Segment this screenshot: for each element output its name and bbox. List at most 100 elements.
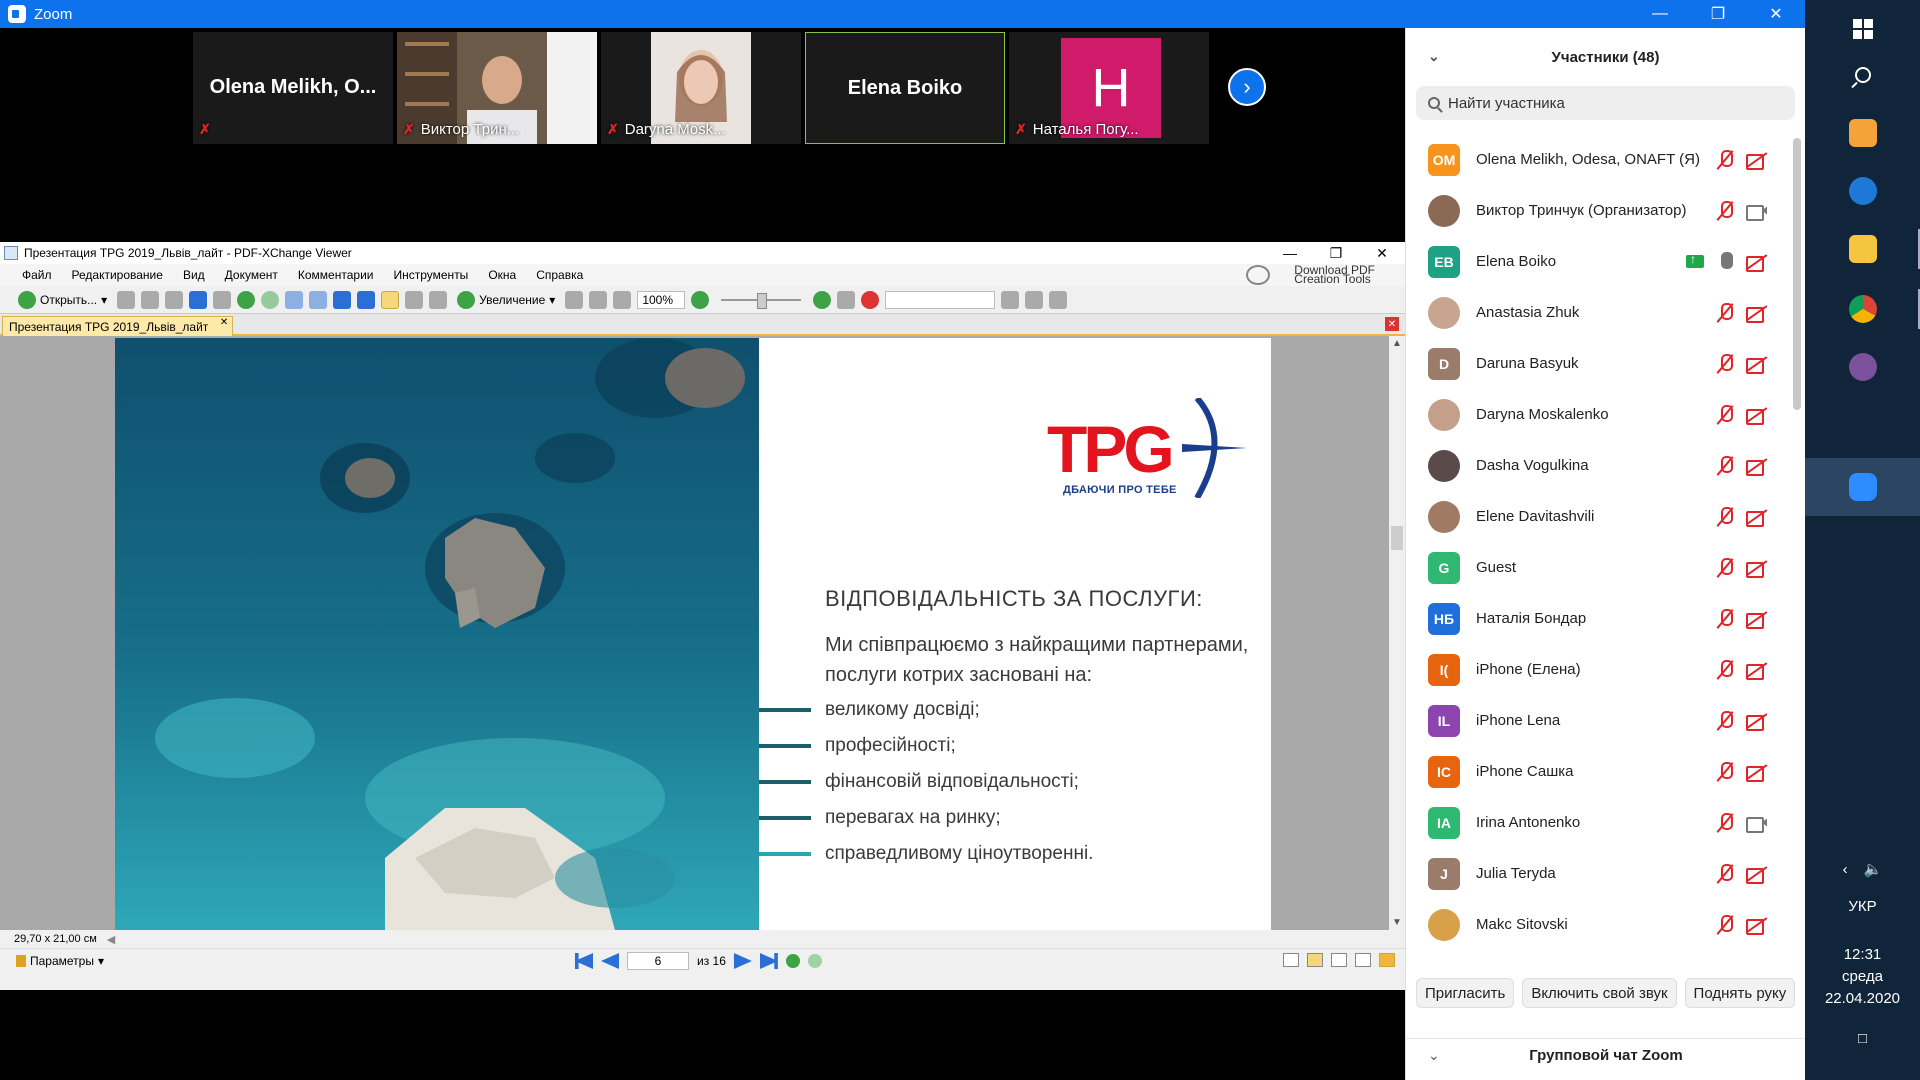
horizontal-scrollbar[interactable]: 29,70 x 21,00 см ◀ [0, 930, 1405, 948]
video-tile[interactable]: H ✗ Наталья Погу... [1009, 32, 1209, 144]
chat-header[interactable]: ⌄ Групповой чат Zoom [1406, 1038, 1806, 1072]
forward-icon[interactable] [261, 290, 280, 309]
actual-size-icon[interactable] [565, 290, 584, 309]
zoom-level-input[interactable]: 100% [637, 290, 686, 309]
search-button[interactable] [1805, 46, 1920, 104]
invite-button[interactable]: Пригласить [1416, 978, 1515, 1008]
scroll-left-icon[interactable]: ◀ [107, 933, 115, 946]
download-pdf-tools-button[interactable]: Download PDF Creation Tools [1246, 264, 1395, 286]
fit-width-icon[interactable] [613, 290, 632, 309]
redo-icon[interactable] [309, 290, 328, 309]
open-button[interactable]: Открыть... ▾ [14, 290, 111, 309]
undo-icon[interactable] [285, 290, 304, 309]
close-document-icon[interactable]: ✕ [1385, 317, 1399, 331]
next-page-arrow-icon[interactable]: › [1228, 68, 1266, 106]
participant-row[interactable]: G Guest [1406, 542, 1792, 593]
minimize-button[interactable]: — [1631, 0, 1689, 28]
ocr-icon[interactable] [213, 290, 232, 309]
menu-view[interactable]: Вид [173, 268, 215, 282]
language-indicator[interactable]: УКР [1805, 898, 1920, 915]
participant-row[interactable]: Dasha Vogulkina [1406, 440, 1792, 491]
video-tile[interactable]: ✗ Виктор Трин... [397, 32, 597, 144]
menu-file[interactable]: Файл [12, 268, 62, 282]
participant-row[interactable]: Makc Sitovski [1406, 899, 1792, 950]
zoom-slider[interactable] [721, 292, 802, 309]
params-button[interactable]: Параметры ▾ [16, 954, 104, 968]
clock[interactable]: 12:31 среда 22.04.2020 [1805, 944, 1920, 1010]
participant-search-input[interactable]: Найти участника [1416, 86, 1795, 120]
participant-row[interactable]: I(iPhone (Елена) [1406, 644, 1792, 695]
document-tab[interactable]: Презентация TPG 2019_Львів_лайт ✕ [2, 316, 234, 336]
scroll-thumb[interactable] [1391, 526, 1403, 550]
participant-row[interactable]: Elene Davitashvili [1406, 491, 1792, 542]
video-tile[interactable]: ✗ Daryna Mosk... [601, 32, 801, 144]
prev-page-icon[interactable] [601, 953, 619, 969]
pdf-close-button[interactable]: ✕ [1359, 245, 1405, 262]
scan-icon[interactable] [189, 290, 208, 309]
taskbar-app[interactable] [1805, 280, 1920, 338]
video-tile[interactable]: Olena Melikh, O... ✗ [193, 32, 393, 144]
participant-row[interactable]: Виктор Тринчук (Организатор) [1406, 185, 1792, 236]
tab-close-icon[interactable]: ✕ [220, 317, 228, 328]
taskbar-app-zoom[interactable] [1805, 458, 1920, 516]
hand-tool-icon[interactable] [381, 290, 400, 309]
participant-row[interactable]: IL iPhone Lena [1406, 695, 1792, 746]
taskbar-app[interactable] [1805, 338, 1920, 396]
rotate-right-icon[interactable] [357, 290, 376, 309]
hand-icon[interactable] [1379, 953, 1395, 967]
close-button[interactable]: ✕ [1747, 0, 1805, 28]
collapse-chevron-icon[interactable]: ⌄ [1428, 48, 1440, 65]
participant-row[interactable]: IA Irina Antonenko [1406, 797, 1792, 848]
chat-chevron-icon[interactable]: ⌄ [1428, 1047, 1440, 1064]
restore-button[interactable]: ❐ [1689, 0, 1747, 28]
participant-row[interactable]: OM Olena Melikh, Odesa, ONAFT (Я) [1406, 134, 1792, 185]
zoom-button[interactable]: Увеличение ▾ [453, 290, 559, 309]
back-icon[interactable] [237, 290, 256, 309]
single-page-icon[interactable] [1283, 953, 1299, 967]
raise-hand-button[interactable]: Поднять руку [1684, 978, 1796, 1008]
pdf-restore-button[interactable]: ❐ [1313, 245, 1359, 262]
search-input[interactable] [885, 290, 996, 309]
taskbar-app[interactable] [1805, 220, 1920, 278]
tools-icon[interactable] [1049, 290, 1068, 309]
last-page-icon[interactable] [759, 953, 778, 969]
pdf-minimize-button[interactable]: — [1267, 245, 1313, 261]
notifications-icon[interactable]: □ [1805, 1030, 1920, 1047]
history-back-icon[interactable] [785, 954, 800, 968]
find-icon[interactable] [837, 290, 856, 309]
continuous-facing-icon[interactable] [1355, 953, 1371, 967]
tray-chevron-icon[interactable]: ‹ [1843, 861, 1848, 878]
menu-help[interactable]: Справка [526, 268, 593, 282]
search-prev-icon[interactable] [1001, 290, 1020, 309]
continuous-icon[interactable] [1307, 953, 1323, 967]
unmute-button[interactable]: Включить свой звук [1522, 978, 1677, 1008]
menu-comments[interactable]: Комментарии [288, 268, 384, 282]
vertical-scrollbar[interactable]: ▲ ▼ [1389, 336, 1405, 930]
first-page-icon[interactable] [575, 953, 593, 969]
taskbar-app[interactable] [1805, 162, 1920, 220]
menu-edit[interactable]: Редактирование [62, 268, 173, 282]
annotate-icon[interactable] [861, 290, 880, 309]
search-next-icon[interactable] [1025, 290, 1044, 309]
participant-row[interactable]: Daryna Moskalenko [1406, 389, 1792, 440]
participant-list-scrollbar[interactable] [1793, 138, 1801, 410]
scroll-up-icon[interactable]: ▲ [1389, 338, 1405, 349]
rotate-left-icon[interactable] [333, 290, 352, 309]
menu-windows[interactable]: Окна [478, 268, 526, 282]
pdf-document-view[interactable]: TPG ДБАЮЧИ ПРО ТЕБЕ ВІДПОВІДАЛЬНІСТЬ ЗА … [0, 336, 1405, 930]
snapshot-icon[interactable] [405, 290, 424, 309]
menu-document[interactable]: Документ [215, 268, 288, 282]
participant-row[interactable]: IC iPhone Сашка [1406, 746, 1792, 797]
taskbar-app[interactable] [1805, 104, 1920, 162]
participant-row[interactable]: EB Elena Boiko [1406, 236, 1792, 287]
facing-icon[interactable] [1331, 953, 1347, 967]
participant-row[interactable]: Anastasia Zhuk [1406, 287, 1792, 338]
zoom-in-icon[interactable] [813, 290, 832, 309]
volume-icon[interactable]: 🔈 [1864, 860, 1883, 878]
save-icon[interactable] [117, 290, 136, 309]
page-number-input[interactable]: 6 [627, 952, 689, 970]
email-icon[interactable] [165, 290, 184, 309]
video-tile-active-speaker[interactable]: Elena Boiko [805, 32, 1005, 144]
fit-page-icon[interactable] [589, 290, 608, 309]
participant-row[interactable]: J Julia Teryda [1406, 848, 1792, 899]
